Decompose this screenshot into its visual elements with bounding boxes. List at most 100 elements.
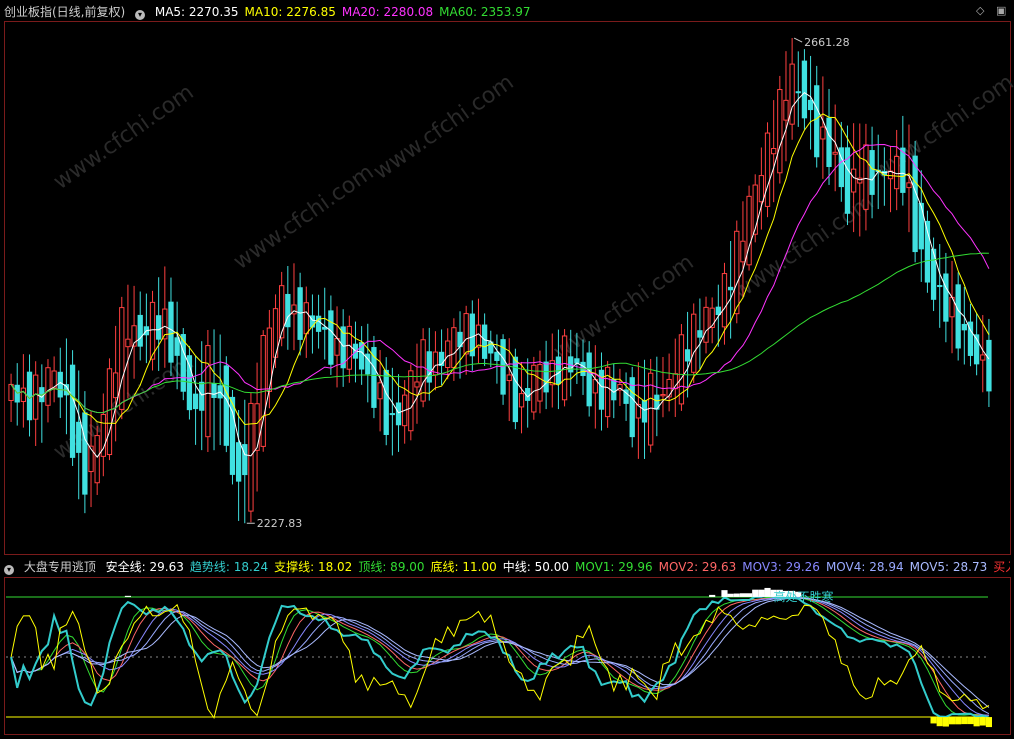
bottom-signal-bar [961,717,968,725]
candle-body [641,399,648,423]
candle-body [45,367,51,406]
indicator-legend-item: MOV2: 29.63 [658,560,737,574]
indicator-legend-item: MOV4: 28.94 [825,560,904,574]
candle-body [543,361,549,393]
top-signal-bar [733,593,740,597]
candle-body [494,351,500,361]
candle-body [863,144,869,210]
candle-body [900,147,906,193]
candle-body [76,421,82,453]
candle-body [156,315,162,340]
indicator-legend-item: 顶线: 89.00 [358,560,425,574]
top-signal-bar [758,589,765,597]
indicator-legend-item: MOV1: 29.96 [574,560,653,574]
candle-body [432,351,439,376]
candle-body [180,334,186,392]
candle-body [537,364,543,402]
candle-body [420,339,426,402]
candle-body [174,337,180,356]
candle-body [801,60,808,119]
indicator-legend-item: 买入: 0.00 [993,560,1010,574]
candle-body [980,354,986,361]
candle-body [481,324,488,359]
candle-body [758,175,765,203]
chevron-down-icon[interactable]: ▾ [4,565,14,575]
candle-body [820,126,826,140]
indicator-legend-item: 中线: 50.00 [502,560,569,574]
candle-body [248,402,254,512]
bottom-signal-bar [973,717,980,727]
candle-body [119,307,125,410]
expand-icon[interactable]: ▣ [996,4,1006,17]
mov5-line [10,597,990,708]
candle-body [586,352,592,407]
indicator-legend: ▾ 大盘专用逃顶 安全线: 29.63 趋势线: 18.24 支撑线: 18.02 顶… [4,558,1010,576]
chart-canvas[interactable]: www.cfchi.comwww.cfchi.comwww.cfchi.comw… [0,0,1014,739]
candle-body [168,301,174,363]
candle-body [475,324,482,348]
top-signal-bar [721,590,728,597]
candle-body [211,383,217,398]
candle-body [740,240,746,263]
indicator-values: 安全线: 29.63 趋势线: 18.24 支撑线: 18.02 顶线: 89.00 底… [106,560,1010,574]
candle-body [629,377,635,438]
candle-body [937,285,943,288]
candle-body [389,413,396,416]
candle-body [906,182,912,189]
candle-body [703,306,709,343]
candle-body [94,435,100,484]
candle-body [26,371,33,421]
candle-body [986,339,992,392]
mov3-line [10,596,989,716]
diamond-icon[interactable]: ◇ [976,4,984,17]
watermark-text: www.cfchi.com [229,160,378,275]
top-signal-bar [727,593,734,597]
candle-body [574,358,580,364]
bottom-signal-bar [948,717,956,725]
indicator-name: 大盘专用逃顶 [23,560,96,574]
chevron-down-icon[interactable]: ▾ [135,10,146,20]
candle-body [33,374,39,420]
candle-body [106,368,113,456]
candle-body [727,286,734,291]
candle-body [955,284,961,349]
candle-body [426,351,432,383]
top-signal-bar [746,593,753,597]
candle-body [611,378,617,401]
candle-body [777,89,783,174]
candle-body [414,381,420,388]
candle-body [518,393,525,408]
indicator-legend-item: 趋势线: 18.24 [189,560,269,574]
candle-body [746,195,752,266]
candle-body [961,323,967,331]
candle-body [303,302,309,335]
indicator-legend-item: MOV3: 29.26 [742,560,820,574]
indicator-legend-item: MOV5: 28.73 [909,560,988,574]
candle-body [549,360,555,386]
mov1-line [10,596,989,716]
candle-body [445,340,451,369]
candle-body [408,370,414,432]
candle-body [795,91,801,94]
candle-body [383,369,389,435]
candle-body [20,387,27,402]
candle-body [506,374,512,382]
high-price-label: 2661.28 [804,36,850,49]
candle-body [125,338,131,348]
ma-legend-item: MA5: 2270.35 [154,5,239,19]
candle-body [377,382,383,400]
candle-body [764,132,771,207]
candle-body [604,366,611,418]
candle-body [334,338,340,356]
candle-body [137,314,143,347]
candle-body [192,393,199,410]
candle-body [709,307,715,328]
watermark-text: www.cfchi.com [49,80,198,195]
candle-body [463,313,469,355]
watermark-text: www.cfchi.com [369,70,518,185]
candle-body [943,273,949,322]
candle-body [807,99,814,111]
ma-legend-item: MA20: 2280.08 [341,5,434,19]
watermark-text: www.cfchi.com [549,250,698,365]
signal-label: 高处不胜寒 [774,589,834,604]
